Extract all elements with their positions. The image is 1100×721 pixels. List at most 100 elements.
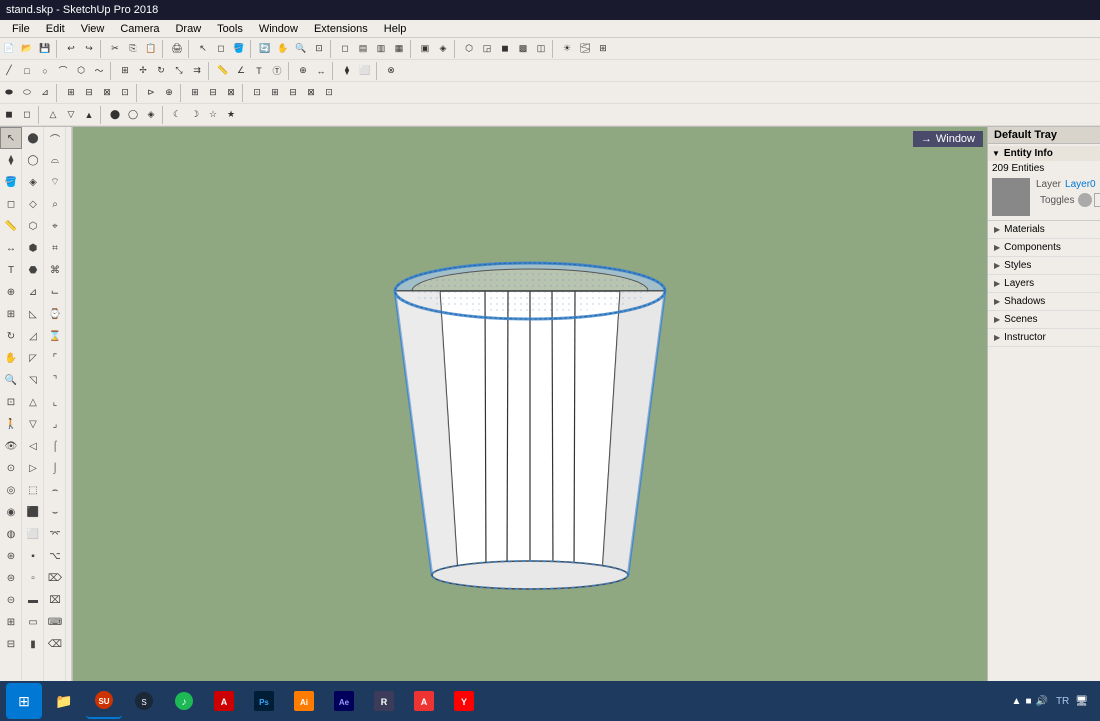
tb-tag2[interactable]: ▽ bbox=[62, 106, 80, 124]
tool2-8[interactable]: ⊿ bbox=[22, 281, 44, 303]
systray-arrow[interactable]: ▲ bbox=[1012, 696, 1022, 707]
tb-text[interactable]: T bbox=[250, 62, 268, 80]
tb-line[interactable]: ╱ bbox=[0, 62, 18, 80]
tool2-12[interactable]: ◹ bbox=[22, 369, 44, 391]
taskbar-sketchup[interactable]: SU bbox=[86, 683, 122, 719]
start-button[interactable]: ⊞ bbox=[6, 683, 42, 719]
tb-tag1[interactable]: △ bbox=[44, 106, 62, 124]
tool-zoom2[interactable]: 🔍 bbox=[0, 369, 22, 391]
tb-scale[interactable]: ⤡ bbox=[170, 62, 188, 80]
menu-help[interactable]: Help bbox=[376, 22, 415, 36]
tb-arc[interactable]: ⌒ bbox=[54, 62, 72, 80]
tb-view2[interactable]: ◻ bbox=[18, 106, 36, 124]
tool-paint[interactable]: 🪣 bbox=[0, 171, 22, 193]
tool-look[interactable]: 👁 bbox=[0, 435, 22, 457]
tb-render3[interactable]: ☆ bbox=[204, 106, 222, 124]
tb-rotate[interactable]: ↻ bbox=[152, 62, 170, 80]
tb-orbit[interactable]: 🔄 bbox=[256, 40, 274, 58]
tool3-10[interactable]: ⌛ bbox=[44, 325, 66, 347]
tb-measure[interactable]: 📏 bbox=[214, 62, 232, 80]
systray-su-tray[interactable]: 🖥 bbox=[1075, 696, 1088, 707]
tool3-18[interactable]: ⌣ bbox=[44, 501, 66, 523]
tb-select[interactable]: ↖ bbox=[194, 40, 212, 58]
materials-section[interactable]: ▶ Materials bbox=[988, 221, 1100, 239]
tb-right[interactable]: ▦ bbox=[390, 40, 408, 58]
tool3-24[interactable]: ⌫ bbox=[44, 633, 66, 655]
tb-render2[interactable]: ☽ bbox=[186, 106, 204, 124]
tool3-11[interactable]: ⌜ bbox=[44, 347, 66, 369]
menu-tools[interactable]: Tools bbox=[209, 22, 251, 36]
tool2-11[interactable]: ◸ bbox=[22, 347, 44, 369]
toggle-visible[interactable] bbox=[1078, 193, 1092, 207]
toggle-lock[interactable] bbox=[1094, 193, 1100, 207]
tb-hidden[interactable]: ◲ bbox=[478, 40, 496, 58]
tool3-6[interactable]: ⌗ bbox=[44, 237, 66, 259]
tool3-15[interactable]: ⌠ bbox=[44, 435, 66, 457]
tool2-5[interactable]: ⬡ bbox=[22, 215, 44, 237]
tb-wire[interactable]: ⬡ bbox=[460, 40, 478, 58]
tb-section[interactable]: ⊞ bbox=[594, 40, 612, 58]
layer-value[interactable]: Layer0 bbox=[1065, 179, 1096, 190]
tool-pan2[interactable]: ✋ bbox=[0, 347, 22, 369]
tb-ext6[interactable]: ⊟ bbox=[284, 84, 302, 102]
tool2-15[interactable]: ◁ bbox=[22, 435, 44, 457]
tb-shaded[interactable]: ◼ bbox=[496, 40, 514, 58]
tool-misc8[interactable]: ⊟ bbox=[0, 633, 22, 655]
tb-dims[interactable]: ↔ bbox=[312, 62, 330, 80]
tool2-13[interactable]: △ bbox=[22, 391, 44, 413]
entity-info-toggle[interactable]: ▼ Entity Info bbox=[988, 146, 1100, 161]
tb-solid3[interactable]: ⊠ bbox=[98, 84, 116, 102]
tool2-14[interactable]: ▽ bbox=[22, 413, 44, 435]
taskbar-aftereffects[interactable]: Ae bbox=[326, 683, 362, 719]
tool3-7[interactable]: ⌘ bbox=[44, 259, 66, 281]
tb-mat3[interactable]: ◈ bbox=[142, 106, 160, 124]
tb-move[interactable]: ✢ bbox=[134, 62, 152, 80]
tool3-8[interactable]: ⌙ bbox=[44, 281, 66, 303]
taskbar-youtube[interactable]: Y bbox=[446, 683, 482, 719]
tool2-9[interactable]: ◺ bbox=[22, 303, 44, 325]
styles-section[interactable]: ▶ Styles bbox=[988, 257, 1100, 275]
tool3-9[interactable]: ⌚ bbox=[44, 303, 66, 325]
tool2-3[interactable]: ◈ bbox=[22, 171, 44, 193]
tb-offset[interactable]: ⇉ bbox=[188, 62, 206, 80]
taskbar-revit[interactable]: R bbox=[366, 683, 402, 719]
tool2-17[interactable]: ⬚ bbox=[22, 479, 44, 501]
tb-tag3[interactable]: ▲ bbox=[80, 106, 98, 124]
tool-misc4[interactable]: ⊛ bbox=[0, 545, 22, 567]
tool3-1[interactable]: ⌒ bbox=[44, 127, 66, 149]
tb-ext3[interactable]: ⊠ bbox=[222, 84, 240, 102]
taskbar-autocad[interactable]: A bbox=[206, 683, 242, 719]
tool-tape[interactable]: 📏 bbox=[0, 215, 22, 237]
tb-pan[interactable]: ✋ bbox=[274, 40, 292, 58]
taskbar-photoshop[interactable]: Ps bbox=[246, 683, 282, 719]
tb-solid1[interactable]: ⊞ bbox=[62, 84, 80, 102]
tb-front[interactable]: ▥ bbox=[372, 40, 390, 58]
tool3-23[interactable]: ⌨ bbox=[44, 611, 66, 633]
tb-ext2[interactable]: ⊟ bbox=[204, 84, 222, 102]
tool3-21[interactable]: ⌦ bbox=[44, 567, 66, 589]
tb-solid2[interactable]: ⊟ bbox=[80, 84, 98, 102]
tb-3dtext[interactable]: Ⓣ bbox=[268, 62, 286, 80]
systray-lang[interactable]: TR bbox=[1056, 696, 1069, 707]
tool2-23[interactable]: ▭ bbox=[22, 611, 44, 633]
tool-position[interactable]: ⊙ bbox=[0, 457, 22, 479]
tb-group[interactable]: ⬜ bbox=[356, 62, 374, 80]
tool-misc2[interactable]: ◉ bbox=[0, 501, 22, 523]
tb-open[interactable]: 📂 bbox=[18, 40, 36, 58]
tool-orbit2[interactable]: ↻ bbox=[0, 325, 22, 347]
tool3-4[interactable]: ⌕ bbox=[44, 193, 66, 215]
tb-iso[interactable]: ◻ bbox=[336, 40, 354, 58]
tb-intersect[interactable]: ⊗ bbox=[382, 62, 400, 80]
tool2-7[interactable]: ⬣ bbox=[22, 259, 44, 281]
tool-axes2[interactable]: ⊕ bbox=[0, 281, 22, 303]
tb-freehand[interactable]: 〜 bbox=[90, 62, 108, 80]
tb-render4[interactable]: ★ bbox=[222, 106, 240, 124]
taskbar-autocad2[interactable]: A bbox=[406, 683, 442, 719]
tb-mat2[interactable]: ◯ bbox=[124, 106, 142, 124]
tool-walk[interactable]: 🚶 bbox=[0, 413, 22, 435]
tool3-12[interactable]: ⌝ bbox=[44, 369, 66, 391]
tool-misc7[interactable]: ⊞ bbox=[0, 611, 22, 633]
tb-cut[interactable]: ✂ bbox=[106, 40, 124, 58]
tb-paint[interactable]: 🪣 bbox=[230, 40, 248, 58]
tb-shadows[interactable]: ☀ bbox=[558, 40, 576, 58]
